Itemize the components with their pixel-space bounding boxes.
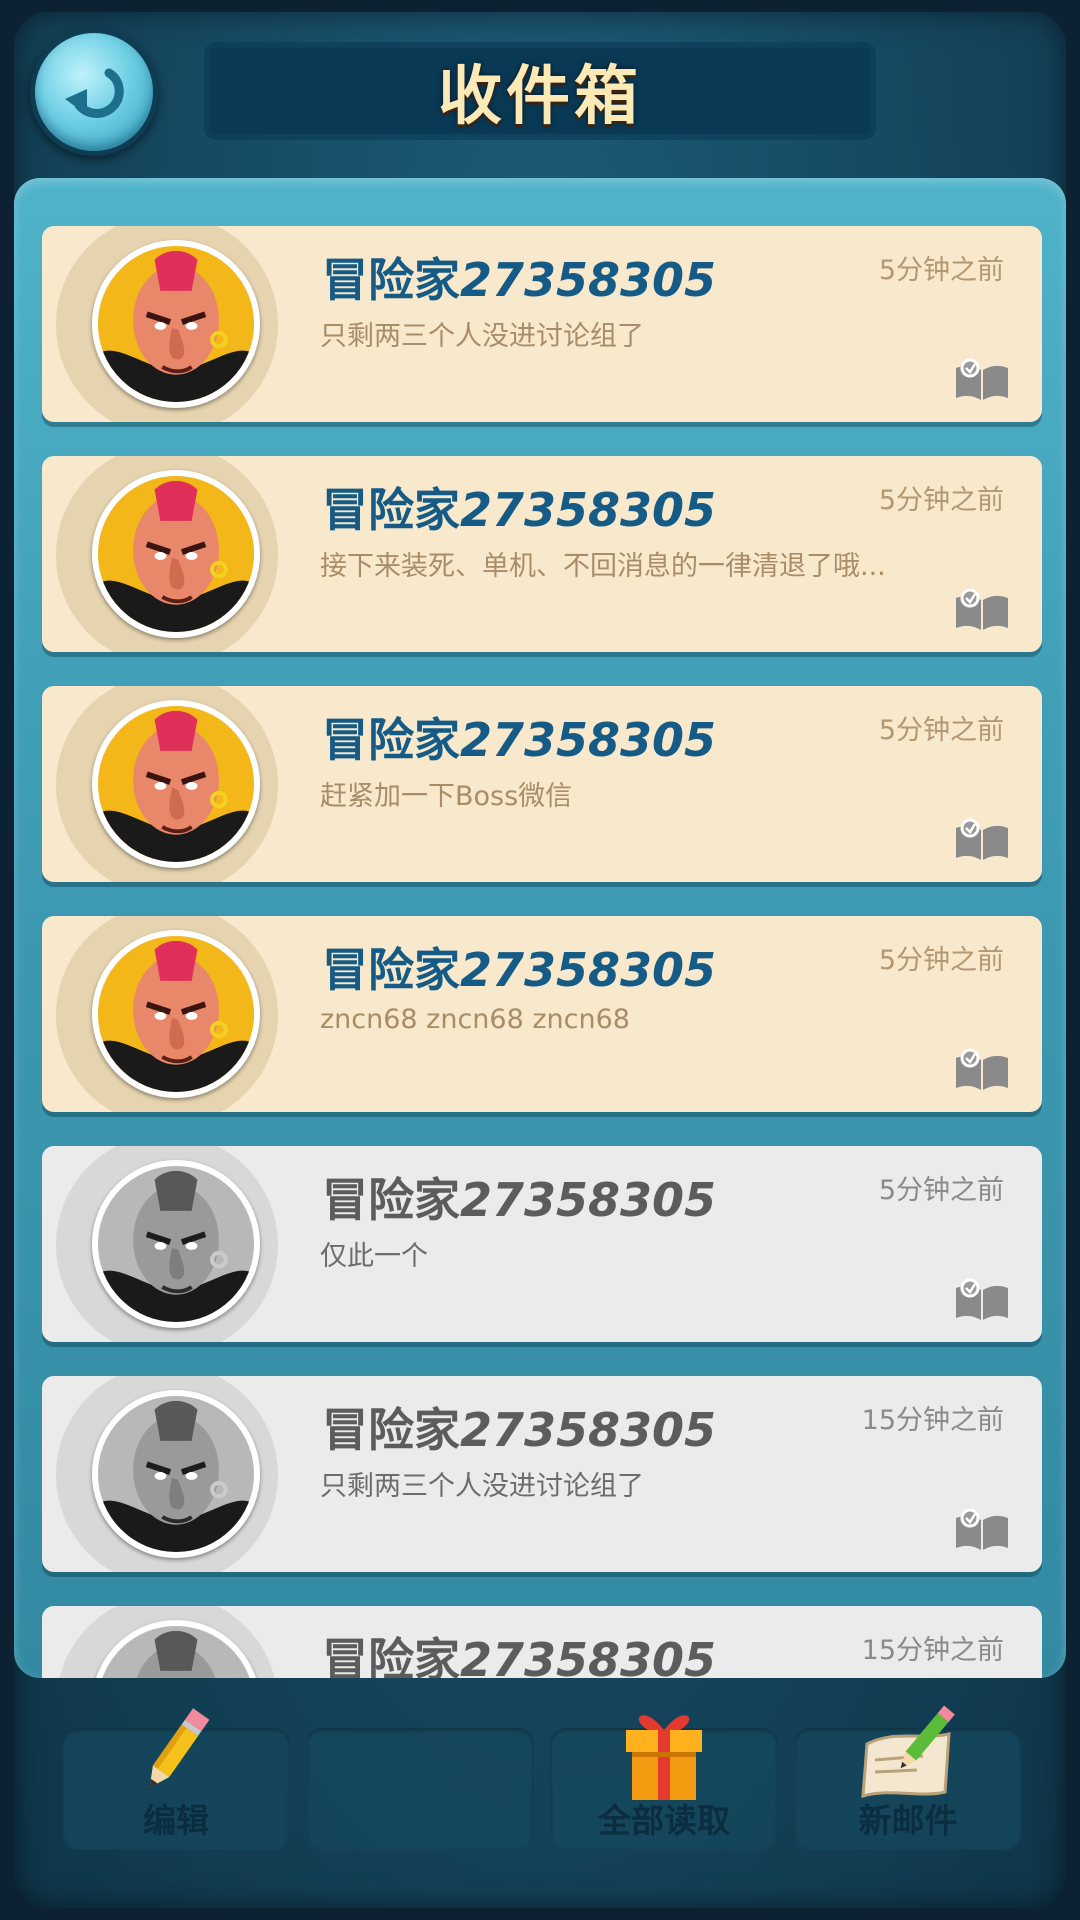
edit-label: 编辑	[143, 1801, 209, 1840]
sender-id: 27358305	[460, 713, 717, 767]
title-banner: 收件箱	[210, 48, 870, 134]
sender-portrait-icon	[98, 706, 254, 862]
inbox-panel[interactable]: 冒险家27358305 5分钟之前 只剩两三个人没进讨论组了 冒险家273583…	[14, 178, 1066, 1678]
avatar	[92, 930, 260, 1098]
message-preview: 赶紧加一下Boss微信	[320, 781, 573, 812]
sender-portrait-icon	[98, 246, 254, 402]
sender-name: 冒险家27358305	[322, 474, 716, 540]
message-preview: 只剩两三个人没进讨论组了	[320, 1471, 644, 1502]
avatar	[92, 470, 260, 638]
open-book-icon	[956, 1048, 1008, 1090]
sender-prefix: 冒险家	[322, 1633, 460, 1678]
bottom-toolbar: 编辑 全部读取 新邮件	[40, 1705, 1040, 1850]
avatar	[92, 240, 260, 408]
scroll-quill-icon	[861, 1705, 955, 1799]
open-book-icon	[956, 358, 1008, 400]
message-preview: 只剩两三个人没进讨论组了	[320, 321, 644, 352]
message-preview: 接下来装死、单机、不回消息的一律清退了哦...	[320, 551, 886, 582]
message-time: 15分钟之前	[861, 1635, 1004, 1666]
new-mail-button[interactable]: 新邮件	[794, 1705, 1022, 1850]
page-title: 收件箱	[438, 60, 642, 134]
message-card[interactable]: 冒险家27358305 5分钟之前 zncn68 zncn68 zncn68	[42, 916, 1042, 1112]
message-time: 15分钟之前	[861, 1405, 1004, 1436]
open-book-icon	[956, 818, 1008, 860]
sender-id: 27358305	[460, 1403, 717, 1457]
sender-portrait-icon	[98, 1626, 254, 1678]
sender-id: 27358305	[460, 1173, 717, 1227]
message-time: 5分钟之前	[878, 945, 1004, 976]
sender-name: 冒险家27358305	[322, 1164, 716, 1230]
avatar	[92, 1620, 260, 1678]
open-book-icon	[956, 1278, 1008, 1320]
avatar	[92, 700, 260, 868]
gift-box-icon	[626, 1715, 702, 1800]
sender-id: 27358305	[460, 943, 717, 997]
message-card[interactable]: 冒险家27358305 5分钟之前 仅此一个	[42, 1146, 1042, 1342]
message-card[interactable]: 冒险家27358305 15分钟之前 只剩两三个人没进讨论组了	[42, 1376, 1042, 1572]
avatar	[92, 1390, 260, 1558]
empty-toolbar-slot	[306, 1728, 534, 1850]
message-list[interactable]: 冒险家27358305 5分钟之前 只剩两三个人没进讨论组了 冒险家273583…	[42, 226, 1042, 1678]
sender-prefix: 冒险家	[322, 1173, 460, 1227]
message-card[interactable]: 冒险家27358305 15分钟之前	[42, 1606, 1042, 1678]
new-mail-label: 新邮件	[858, 1801, 958, 1840]
sender-name: 冒险家27358305	[322, 934, 716, 1000]
sender-name: 冒险家27358305	[322, 1394, 716, 1460]
sender-portrait-icon	[98, 1396, 254, 1552]
read-all-label: 全部读取	[598, 1801, 730, 1840]
sender-id: 27358305	[460, 253, 717, 307]
pencil-icon	[149, 1708, 210, 1788]
avatar	[92, 1160, 260, 1328]
sender-name: 冒险家27358305	[322, 1624, 716, 1678]
sender-portrait-icon	[98, 476, 254, 632]
sender-prefix: 冒险家	[322, 943, 460, 997]
sender-prefix: 冒险家	[322, 1403, 460, 1457]
edit-button[interactable]: 编辑	[62, 1708, 290, 1850]
open-book-icon	[956, 588, 1008, 630]
message-time: 5分钟之前	[878, 255, 1004, 286]
sender-id: 27358305	[460, 483, 717, 537]
message-card[interactable]: 冒险家27358305 5分钟之前 赶紧加一下Boss微信	[42, 686, 1042, 882]
sender-prefix: 冒险家	[322, 253, 460, 307]
sender-name: 冒险家27358305	[322, 244, 716, 310]
sender-portrait-icon	[98, 1166, 254, 1322]
open-book-icon	[956, 1508, 1008, 1550]
sender-prefix: 冒险家	[322, 483, 460, 537]
sender-name: 冒险家27358305	[322, 704, 716, 770]
message-preview: 仅此一个	[320, 1241, 428, 1272]
back-arrow-icon	[65, 68, 124, 118]
sender-prefix: 冒险家	[322, 713, 460, 767]
message-time: 5分钟之前	[878, 485, 1004, 516]
message-time: 5分钟之前	[878, 1175, 1004, 1206]
back-button[interactable]	[30, 28, 158, 156]
message-card[interactable]: 冒险家27358305 5分钟之前 只剩两三个人没进讨论组了	[42, 226, 1042, 422]
sender-portrait-icon	[98, 936, 254, 1092]
message-card[interactable]: 冒险家27358305 5分钟之前 接下来装死、单机、不回消息的一律清退了哦..…	[42, 456, 1042, 652]
message-time: 5分钟之前	[878, 715, 1004, 746]
sender-id: 27358305	[460, 1633, 717, 1678]
read-all-button[interactable]: 全部读取	[550, 1715, 778, 1850]
message-preview: zncn68 zncn68 zncn68	[320, 1004, 630, 1035]
